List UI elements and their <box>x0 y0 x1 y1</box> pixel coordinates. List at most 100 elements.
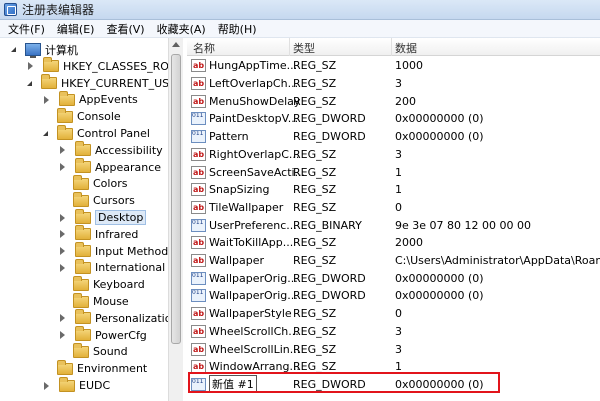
expanded-arrow-icon[interactable] <box>27 80 32 86</box>
registry-tree[interactable]: 计算机 HKEY_CLASSES_ROOT HKEY_CURRENT_USER App… <box>0 38 183 401</box>
column-type-header[interactable]: 类型 <box>293 40 315 56</box>
value-name-cell[interactable]: 011 110Pattern <box>191 130 249 144</box>
computer-icon <box>25 43 41 58</box>
string-value-icon: ab <box>191 307 206 321</box>
tree-node[interactable]: HKEY_CLASSES_ROOT <box>26 57 182 75</box>
value-name-cell[interactable]: ab RightOverlapC... <box>191 147 299 161</box>
string-value-icon: ab <box>191 342 206 356</box>
value-row[interactable]: ab TileWallpaper REG_SZ 0 <box>187 199 600 217</box>
value-row[interactable]: ab RightOverlapC... REG_SZ 3 <box>187 146 600 164</box>
value-row[interactable]: 011 110WallpaperOrig...REG_DWORD 0x000000… <box>187 287 600 305</box>
collapsed-arrow-icon[interactable] <box>60 263 65 272</box>
value-row[interactable]: ab MenuShowDelay REG_SZ 200 <box>187 92 600 110</box>
collapsed-arrow-icon[interactable] <box>60 314 65 323</box>
value-row[interactable]: ab ScreenSaveActi... REG_SZ 1 <box>187 163 600 181</box>
menu-favorites[interactable]: 收藏夹(A) <box>153 21 210 37</box>
value-type: REG_DWORD <box>293 112 366 126</box>
value-row[interactable]: ab WallpaperStyle REG_SZ 0 <box>187 305 600 323</box>
value-name-cell[interactable]: 011 110UserPreferenc... <box>191 218 297 232</box>
value-row[interactable]: ab Wallpaper REG_SZ C:\Users\Administrator\… <box>187 252 600 270</box>
value-name-cell[interactable]: ab ScreenSaveActi... <box>191 165 305 179</box>
collapsed-arrow-icon[interactable] <box>44 95 49 104</box>
tree-node[interactable]: Keyboard <box>58 275 145 293</box>
value-data: 1 <box>395 183 402 197</box>
menu-edit[interactable]: 编辑(E) <box>53 21 99 37</box>
value-name-cell[interactable]: ab WallpaperStyle <box>191 307 292 321</box>
value-name-cell[interactable]: ab WaitToKillApp... <box>191 236 293 250</box>
value-row[interactable]: 011 110UserPreferenc...REG_BINARY 9e 3e 0… <box>187 216 600 234</box>
tree-node[interactable]: PowerCfg <box>58 326 147 344</box>
value-row[interactable]: ab WheelScrollLin... REG_SZ 3 <box>187 340 600 358</box>
value-row[interactable]: 011 110PaintDesktopV...REG_DWORD 0x000000… <box>187 110 600 128</box>
tree-node-label: EUDC <box>79 379 111 392</box>
tree-node[interactable]: Environment <box>42 359 147 377</box>
expanded-arrow-icon[interactable] <box>11 47 16 52</box>
collapsed-arrow-icon[interactable] <box>60 163 65 172</box>
value-name-cell[interactable]: ab LeftOverlapCh... <box>191 77 298 91</box>
collapsed-arrow-icon[interactable] <box>60 230 65 239</box>
folder-icon <box>59 376 75 392</box>
menu-file[interactable]: 文件(F) <box>4 21 49 37</box>
tree-node[interactable]: Control Panel <box>42 124 150 142</box>
menu-help[interactable]: 帮助(H) <box>214 21 261 37</box>
column-divider[interactable] <box>391 38 392 56</box>
value-row[interactable]: ab HungAppTime... REG_SZ 1000 <box>187 57 600 75</box>
expanded-arrow-icon[interactable] <box>43 131 48 136</box>
tree-node[interactable]: Personalization <box>58 309 178 327</box>
tree-node[interactable]: EUDC <box>42 376 111 394</box>
tree-scrollbar[interactable] <box>168 38 183 401</box>
collapsed-arrow-icon[interactable] <box>60 331 65 340</box>
collapsed-arrow-icon[interactable] <box>60 146 65 155</box>
value-row[interactable]: ab SnapSizing REG_SZ 1 <box>187 181 600 199</box>
value-row[interactable]: ab WheelScrollCh... REG_SZ 3 <box>187 323 600 341</box>
tree-node[interactable]: Desktop <box>58 208 147 226</box>
tree-node[interactable]: 计算机 <box>10 41 78 58</box>
tree-node[interactable]: Infrared <box>58 225 138 243</box>
scrollbar-thumb[interactable] <box>171 54 181 344</box>
tree-node[interactable]: Sound <box>58 342 128 360</box>
value-row[interactable]: ab WaitToKillApp... REG_SZ 2000 <box>187 234 600 252</box>
menu-view[interactable]: 查看(V) <box>102 21 148 37</box>
string-value-icon: ab <box>191 59 206 73</box>
tree-node[interactable]: HKEY_CURRENT_USER <box>26 74 182 92</box>
collapsed-arrow-icon[interactable] <box>60 247 65 256</box>
tree-node[interactable]: AppEvents <box>42 90 138 108</box>
value-name-cell[interactable]: 011 110WallpaperOrig... <box>191 289 298 303</box>
value-name-cell[interactable]: ab SnapSizing <box>191 183 270 197</box>
tree-node[interactable]: Accessibility <box>58 141 163 159</box>
value-list[interactable]: 名称 类型 数据 ab HungAppTime... REG_SZ 1000 ab Lef… <box>187 38 600 401</box>
collapsed-arrow-icon[interactable] <box>44 381 49 390</box>
column-data-header[interactable]: 数据 <box>395 40 417 56</box>
value-name-cell[interactable]: ab Wallpaper <box>191 254 264 268</box>
no-expander <box>58 347 67 356</box>
folder-icon <box>57 359 73 375</box>
dword-value-icon: 011 110 <box>191 112 206 126</box>
collapsed-arrow-icon[interactable] <box>60 213 65 222</box>
folder-icon <box>73 174 89 190</box>
value-name-cell[interactable]: ab MenuShowDelay <box>191 94 300 108</box>
value-row[interactable]: 011 110Pattern REG_DWORD 0x00000000 (0) <box>187 128 600 146</box>
tree-node[interactable]: Console <box>42 107 121 125</box>
collapsed-arrow-icon[interactable] <box>28 62 33 71</box>
tree-node[interactable]: Mouse <box>58 292 129 310</box>
tree-node[interactable]: Input Method <box>58 242 168 260</box>
tree-node[interactable]: Appearance <box>58 158 161 176</box>
value-type: REG_SZ <box>293 77 337 91</box>
column-divider[interactable] <box>289 38 290 56</box>
value-name-cell[interactable]: 011 110PaintDesktopV... <box>191 112 298 126</box>
tree-node[interactable]: Colors <box>58 174 127 192</box>
value-data: 3 <box>395 147 402 161</box>
folder-icon <box>57 124 73 140</box>
tree-node[interactable]: Cursors <box>58 191 135 209</box>
value-row[interactable]: 011 110WallpaperOrig...REG_DWORD 0x000000… <box>187 269 600 287</box>
folder-icon <box>75 208 91 224</box>
value-name-cell[interactable]: ab HungAppTime... <box>191 59 297 73</box>
column-name-header[interactable]: 名称 <box>193 40 215 56</box>
value-name-cell[interactable]: ab WheelScrollCh... <box>191 324 299 338</box>
tree-node[interactable]: International <box>58 258 165 276</box>
scroll-up-arrow-icon[interactable] <box>172 42 180 47</box>
value-row[interactable]: ab LeftOverlapCh... REG_SZ 3 <box>187 75 600 93</box>
value-name-cell[interactable]: ab TileWallpaper <box>191 200 283 214</box>
value-name-cell[interactable]: ab WheelScrollLin... <box>191 342 300 356</box>
value-name-cell[interactable]: 011 110WallpaperOrig... <box>191 271 298 285</box>
